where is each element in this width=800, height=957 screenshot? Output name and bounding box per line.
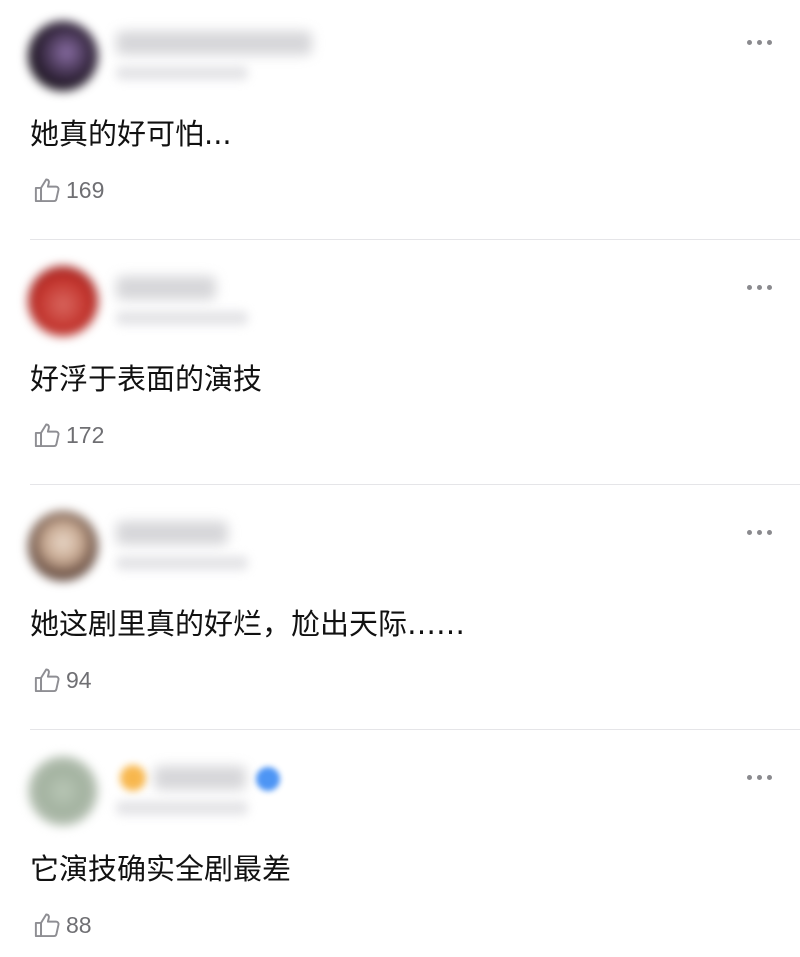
more-dot — [767, 284, 772, 290]
more-dot — [767, 529, 772, 535]
like-count: 169 — [66, 177, 105, 203]
more-button[interactable] — [747, 520, 772, 544]
comment-text: 它演技确实全剧最差 — [30, 852, 292, 886]
username-blurred[interactable] — [116, 31, 312, 55]
avatar[interactable] — [28, 511, 98, 581]
comment-item: 她真的好可怕... 169 — [0, 0, 800, 240]
username-blurred[interactable] — [116, 276, 216, 300]
more-dot — [747, 39, 752, 45]
divider — [30, 239, 800, 240]
thumbs-up-icon — [34, 423, 60, 448]
comment-feed: 她真的好可怕... 169 好浮于表面的演技 172 她这剧里真的好烂，尬出天际… — [0, 0, 800, 957]
more-dot — [757, 529, 762, 535]
more-dot — [747, 529, 752, 535]
thumbs-up-icon — [34, 913, 60, 938]
comment-item: 她这剧里真的好烂，尬出天际…… 94 — [0, 490, 800, 730]
avatar[interactable] — [28, 266, 98, 336]
more-dot — [757, 774, 762, 780]
avatar[interactable] — [28, 21, 98, 91]
verified-badge-icon — [256, 767, 280, 791]
like-count: 94 — [66, 667, 92, 693]
more-button[interactable] — [747, 765, 772, 789]
thumbs-up-icon — [34, 668, 60, 693]
more-button[interactable] — [747, 275, 772, 299]
like-count: 88 — [66, 912, 92, 938]
username-blurred[interactable] — [116, 521, 228, 545]
comment-text: 好浮于表面的演技 — [30, 362, 263, 396]
like-button[interactable]: 94 — [32, 665, 92, 696]
comment-item: 好浮于表面的演技 172 — [0, 245, 800, 485]
divider — [30, 484, 800, 485]
like-count: 172 — [66, 422, 105, 448]
comment-item: 它演技确实全剧最差 88 — [0, 735, 800, 957]
divider — [30, 729, 800, 730]
comment-text: 她这剧里真的好烂，尬出天际…… — [30, 607, 466, 641]
more-dot — [747, 284, 752, 290]
like-button[interactable]: 172 — [32, 420, 104, 451]
comment-meta-blurred — [116, 556, 248, 570]
vip-badge-icon — [120, 765, 146, 791]
comment-text: 她真的好可怕... — [30, 117, 232, 151]
more-button[interactable] — [747, 30, 772, 54]
thumbs-up-icon — [34, 178, 60, 203]
username-blurred[interactable] — [154, 766, 246, 790]
more-dot — [757, 39, 762, 45]
more-dot — [757, 284, 762, 290]
more-dot — [767, 39, 772, 45]
more-dot — [747, 774, 752, 780]
like-button[interactable]: 88 — [32, 910, 92, 941]
comment-meta-blurred — [116, 801, 248, 815]
comment-meta-blurred — [116, 311, 248, 325]
comment-meta-blurred — [116, 66, 248, 80]
like-button[interactable]: 169 — [32, 175, 104, 206]
avatar[interactable] — [28, 756, 98, 826]
more-dot — [767, 774, 772, 780]
